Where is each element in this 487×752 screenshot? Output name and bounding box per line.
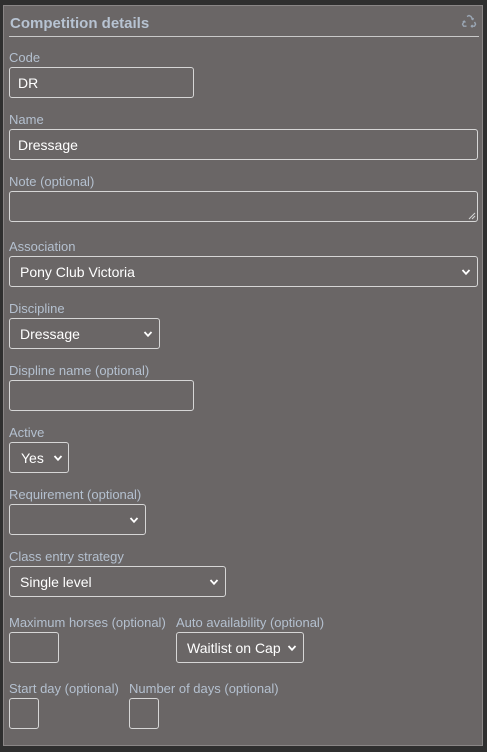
association-select-value: Pony Club Victoria: [20, 263, 135, 280]
name-input[interactable]: Dressage: [9, 129, 478, 160]
auto-availability-label: Auto availability (optional): [176, 615, 325, 630]
code-label: Code: [9, 50, 41, 65]
discipline-select[interactable]: Dressage: [9, 318, 160, 349]
maximum-horses-label: Maximum horses (optional): [9, 615, 166, 630]
active-select-value: Yes: [21, 449, 44, 466]
start-day-label: Start day (optional): [9, 681, 119, 696]
chevron-down-icon: [287, 644, 297, 651]
discipline-select-value: Dressage: [20, 325, 80, 342]
start-day-input[interactable]: [9, 698, 39, 729]
note-label: Note (optional): [9, 174, 95, 189]
resize-grip-icon[interactable]: [468, 212, 476, 220]
discipline-name-input[interactable]: [9, 380, 194, 411]
number-of-days-label: Number of days (optional): [129, 681, 279, 696]
active-label: Active: [9, 425, 45, 440]
panel-header: Competition details: [9, 6, 479, 37]
chevron-down-icon: [143, 330, 153, 337]
chevron-down-icon: [461, 268, 471, 275]
auto-availability-select-value: Waitlist on Cap: [187, 639, 281, 656]
code-input-value: DR: [18, 74, 39, 91]
requirement-label: Requirement (optional): [9, 487, 142, 502]
code-input[interactable]: DR: [9, 67, 194, 98]
class-entry-strategy-select[interactable]: Single level: [9, 566, 226, 597]
class-entry-strategy-label: Class entry strategy: [9, 549, 124, 564]
auto-availability-select[interactable]: Waitlist on Cap: [176, 632, 304, 663]
active-select[interactable]: Yes: [9, 442, 69, 473]
requirement-select[interactable]: [9, 504, 146, 535]
competition-details-panel: Competition details Code DR Name Dressag…: [3, 5, 483, 746]
chevron-down-icon: [129, 516, 139, 523]
recycle-icon[interactable]: [461, 14, 477, 30]
panel-title: Competition details: [10, 15, 150, 32]
maximum-horses-input[interactable]: [9, 632, 59, 663]
chevron-down-icon: [53, 454, 63, 461]
association-select[interactable]: Pony Club Victoria: [9, 256, 478, 287]
name-input-value: Dressage: [18, 136, 78, 153]
note-textarea[interactable]: [9, 191, 478, 222]
discipline-name-label: Displine name (optional): [9, 363, 150, 378]
discipline-label: Discipline: [9, 301, 65, 316]
name-label: Name: [9, 112, 44, 127]
chevron-down-icon: [209, 578, 219, 585]
number-of-days-input[interactable]: [129, 698, 159, 729]
association-label: Association: [9, 239, 76, 254]
class-entry-strategy-select-value: Single level: [20, 573, 92, 590]
